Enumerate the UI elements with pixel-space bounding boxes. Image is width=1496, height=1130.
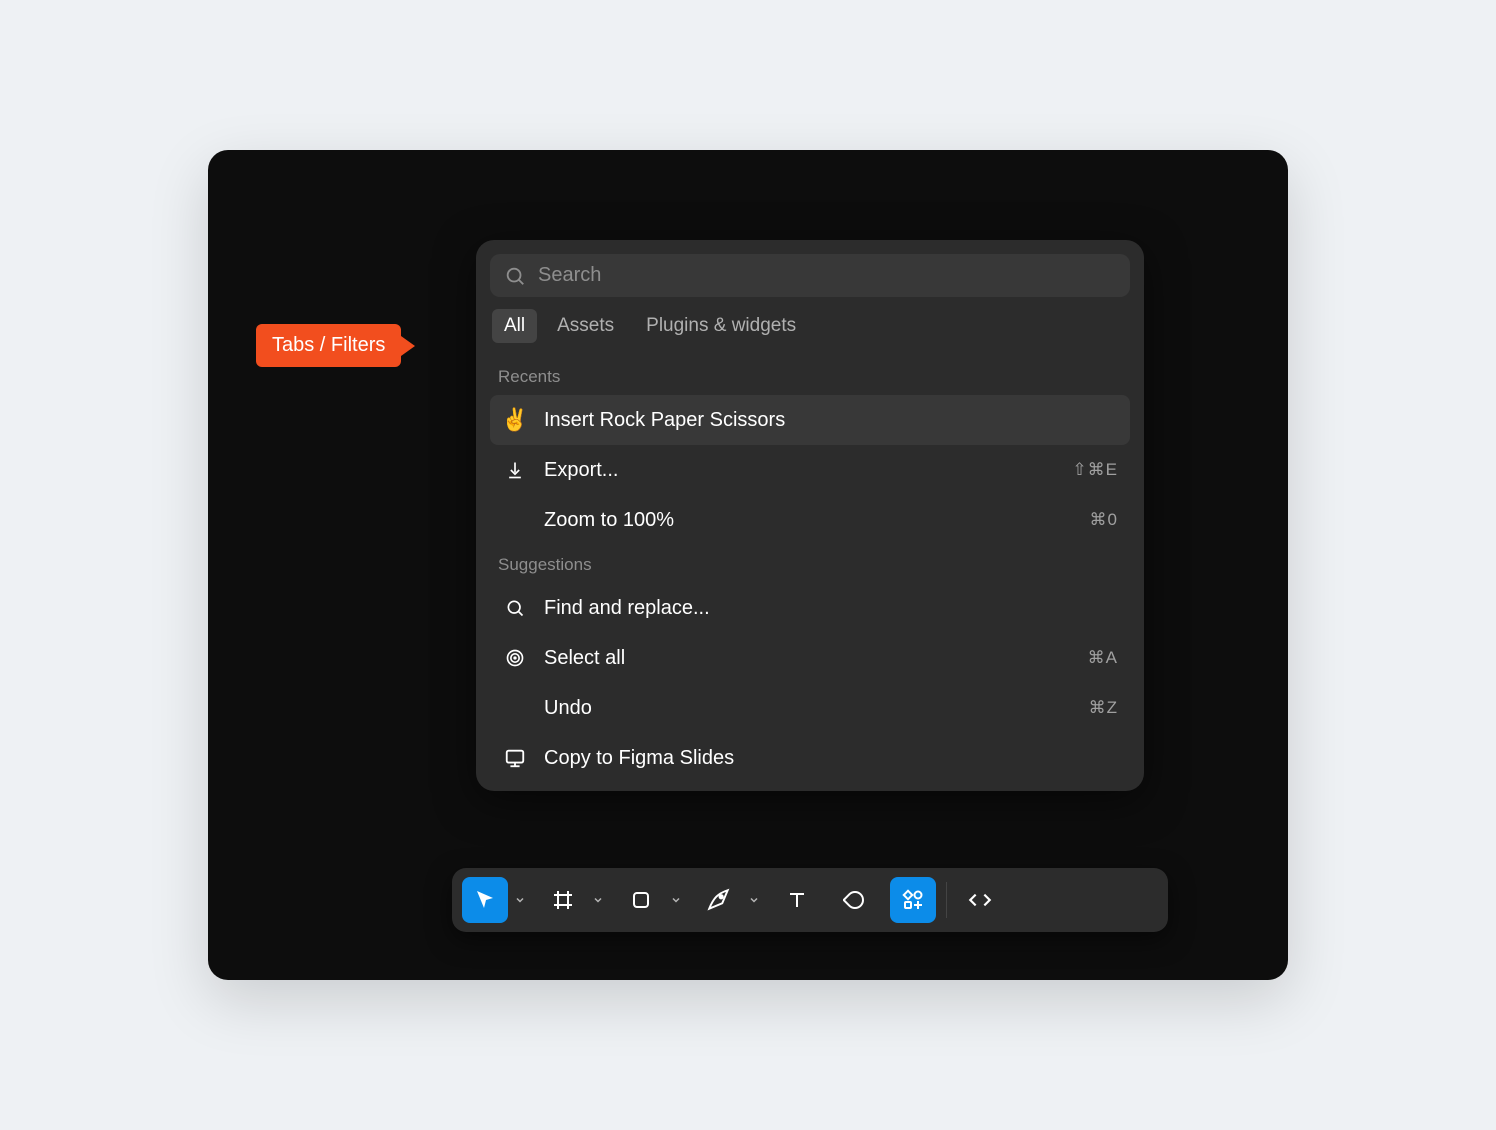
recent-item-export[interactable]: Export... ⇧⌘E	[490, 445, 1130, 495]
callout-label: Tabs / Filters	[272, 334, 385, 356]
suggestion-item-find-replace[interactable]: Find and replace...	[490, 583, 1130, 633]
search-icon	[502, 595, 528, 621]
toolbar	[452, 868, 1168, 932]
item-shortcut: ⌘Z	[1089, 698, 1118, 718]
item-label: Copy to Figma Slides	[544, 747, 1102, 770]
item-label: Select all	[544, 647, 1072, 670]
move-tool-caret[interactable]	[512, 877, 528, 923]
victory-emoji: ✌️	[502, 407, 528, 433]
text-tool[interactable]	[774, 877, 820, 923]
item-shortcut: ⇧⌘E	[1072, 460, 1118, 480]
empty-icon	[502, 507, 528, 533]
tab-assets[interactable]: Assets	[545, 309, 626, 343]
frame-tool[interactable]	[540, 877, 586, 923]
item-label: Zoom to 100%	[544, 509, 1074, 532]
chevron-down-icon	[749, 895, 759, 905]
item-shortcut: ⌘0	[1090, 510, 1118, 530]
item-label: Export...	[544, 459, 1056, 482]
tab-plugins-widgets[interactable]: Plugins & widgets	[634, 309, 808, 343]
chevron-down-icon	[593, 895, 603, 905]
item-shortcut: ⌘A	[1088, 648, 1118, 668]
chevron-down-icon	[671, 895, 681, 905]
empty-icon	[502, 695, 528, 721]
tabs-row: All Assets Plugins & widgets	[490, 309, 1130, 357]
toolbar-divider	[946, 882, 947, 918]
slides-icon	[502, 745, 528, 771]
item-label: Insert Rock Paper Scissors	[544, 409, 1102, 432]
pen-tool[interactable]	[696, 877, 742, 923]
frame-tool-caret[interactable]	[590, 877, 606, 923]
pen-tool-caret[interactable]	[746, 877, 762, 923]
actions-tool[interactable]	[890, 877, 936, 923]
dev-mode-toggle[interactable]	[957, 877, 1003, 923]
section-title-suggestions: Suggestions	[490, 545, 1130, 583]
search-icon	[504, 265, 526, 287]
target-icon	[502, 645, 528, 671]
item-label: Undo	[544, 697, 1073, 720]
tab-all[interactable]: All	[492, 309, 537, 343]
chevron-down-icon	[515, 895, 525, 905]
search-row[interactable]	[490, 254, 1130, 297]
shape-tool-caret[interactable]	[668, 877, 684, 923]
suggestion-item-select-all[interactable]: Select all ⌘A	[490, 633, 1130, 683]
suggestion-item-copy-slides[interactable]: Copy to Figma Slides	[490, 733, 1130, 783]
export-icon	[502, 457, 528, 483]
suggestion-item-undo[interactable]: Undo ⌘Z	[490, 683, 1130, 733]
callout-tabs-filters: Tabs / Filters	[256, 324, 401, 367]
search-input[interactable]	[538, 264, 1116, 287]
comment-tool[interactable]	[832, 877, 878, 923]
recent-item-zoom[interactable]: Zoom to 100% ⌘0	[490, 495, 1130, 545]
app-canvas: Tabs / Filters All Assets Plugins & widg…	[208, 150, 1288, 980]
section-title-recents: Recents	[490, 357, 1130, 395]
actions-panel: All Assets Plugins & widgets Recents ✌️ …	[476, 240, 1144, 791]
move-tool[interactable]	[462, 877, 508, 923]
shape-tool[interactable]	[618, 877, 664, 923]
item-label: Find and replace...	[544, 597, 1102, 620]
recent-item-rock-paper-scissors[interactable]: ✌️ Insert Rock Paper Scissors	[490, 395, 1130, 445]
